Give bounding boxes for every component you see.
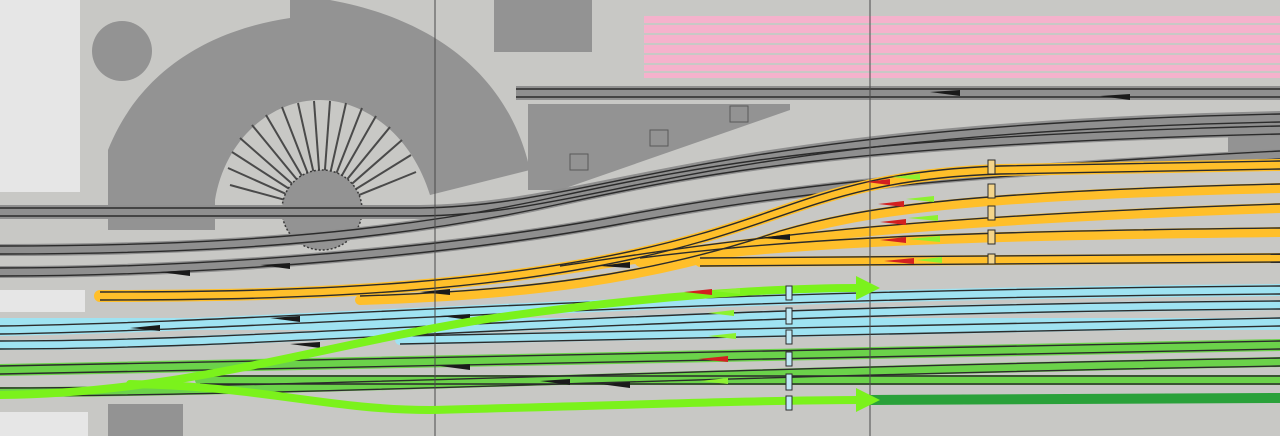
- factory-chimney-1: [569, 153, 589, 171]
- building-left-bottom-dark: [108, 404, 183, 436]
- building-top-right: [494, 0, 592, 52]
- building-left-mid: [0, 290, 85, 312]
- factory-chimney-3: [729, 105, 749, 123]
- water-tower: [92, 21, 152, 81]
- factory-chimney-2: [649, 129, 669, 147]
- building-left-top: [0, 0, 80, 192]
- railway-yard-map[interactable]: [0, 0, 1280, 436]
- building-left-bottom: [0, 412, 88, 436]
- pink-sidings[interactable]: [644, 16, 1280, 78]
